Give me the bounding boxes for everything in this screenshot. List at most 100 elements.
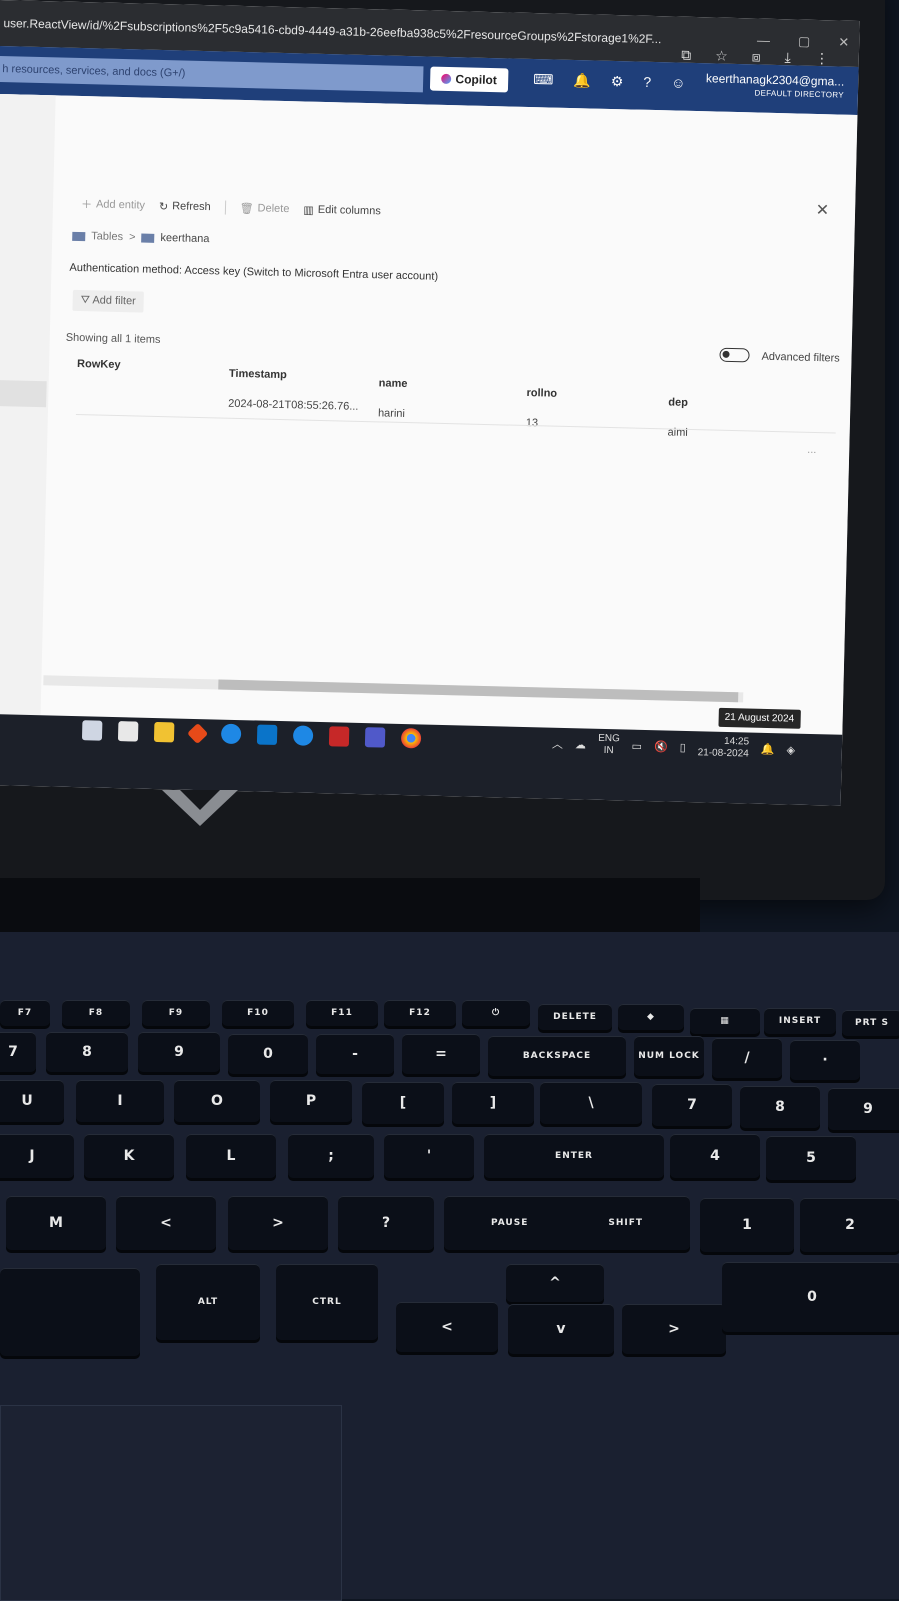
minimize-icon[interactable]: — [757,33,770,49]
key-0[interactable]: 0 [228,1034,308,1074]
battery-icon[interactable]: ▯ [680,740,686,753]
trackpad[interactable] [0,1405,342,1601]
close-window-icon[interactable]: ✕ [838,34,849,50]
key-num5[interactable]: 5 [766,1136,856,1180]
key-minus[interactable]: - [316,1034,394,1074]
extensions-icon[interactable]: ⧈ [752,48,761,65]
bookmark-star-icon[interactable]: ☆ [715,47,728,64]
key-ctrl[interactable]: CTRL [276,1264,378,1340]
menu-dots-icon[interactable]: ⋮ [815,50,829,67]
key-slash[interactable]: ? [338,1196,434,1250]
key-space-part[interactable] [0,1268,140,1356]
key-right-bracket[interactable]: ] [452,1082,534,1124]
key-7[interactable]: 7 [0,1032,36,1072]
key-multiply[interactable]: · [790,1040,860,1080]
key-left-bracket[interactable]: [ [362,1082,444,1124]
weather-icon[interactable]: ☁ [575,738,586,751]
notifications-bell-icon[interactable]: 🔔 [573,72,591,89]
help-app-icon[interactable] [292,725,314,746]
key-alt[interactable]: ALT [156,1264,260,1340]
column-header-rowkey[interactable]: RowKey [77,358,121,371]
key-arrow-right[interactable]: > [622,1304,726,1354]
add-filter-button[interactable]: ⛛ Add filter [72,289,145,313]
left-nav-selected-item[interactable] [0,379,47,408]
git-icon[interactable] [187,722,209,744]
scrollbar-thumb[interactable] [218,679,739,703]
tray-chevron-icon[interactable]: ︿ [552,736,563,752]
key-num4[interactable]: 4 [670,1134,760,1178]
add-entity-button[interactable]: ＋ Add entity [81,196,145,214]
key-j[interactable]: J [0,1134,74,1178]
copilot-tray-icon[interactable]: ◈ [786,743,795,756]
clock[interactable]: 14:25 21-08-2024 [698,735,750,760]
key-num2[interactable]: 2 [800,1198,899,1252]
install-app-icon[interactable]: ⧉ [681,47,691,64]
azure-search-input[interactable]: h resources, services, and docs (G+/) [0,55,424,93]
key-8[interactable]: 8 [46,1032,128,1072]
key-f11[interactable]: F11 [306,1000,378,1026]
key-arrow-down[interactable]: v [508,1304,614,1354]
key-insert[interactable]: INSERT [764,1008,836,1034]
help-icon[interactable]: ? [643,74,651,91]
account-menu[interactable]: keerthanagk2304@gma... DEFAULT DIRECTORY [706,71,845,102]
key-num1[interactable]: 1 [700,1198,794,1252]
language-indicator[interactable]: ENG IN [598,733,620,758]
key-equals[interactable]: = [402,1034,480,1074]
cloud-shell-icon[interactable]: ⌨ [533,71,554,88]
key-arrow-up[interactable]: ^ [506,1264,604,1302]
key-num8[interactable]: 8 [740,1086,820,1128]
key-num7[interactable]: 7 [652,1084,732,1126]
horizontal-scrollbar[interactable] [43,675,744,703]
settings-gear-icon[interactable]: ⚙ [611,73,624,90]
file-explorer-icon[interactable] [153,721,175,743]
key-semicolon[interactable]: ; [288,1134,374,1178]
download-icon[interactable]: ⤓ [784,49,791,66]
edit-columns-button[interactable]: ▥ Edit columns [303,203,381,218]
key-omen[interactable]: ◆ [618,1004,684,1030]
key-delete[interactable]: DELETE [538,1004,612,1030]
auth-value-link[interactable]: Access key (Switch to Microsoft Entra us… [184,265,438,283]
row-more-button[interactable]: ... [807,444,816,456]
key-period[interactable]: > [228,1196,328,1250]
delete-button[interactable]: 🗑 Delete [240,201,290,215]
teams-icon[interactable] [364,727,386,748]
column-header-timestamp[interactable]: Timestamp [229,368,287,381]
key-numlock[interactable]: NUM LOCK [634,1036,704,1076]
key-comma[interactable]: < [116,1196,216,1250]
column-header-name[interactable]: name [379,377,408,390]
key-f9[interactable]: F9 [142,1000,210,1026]
key-i[interactable]: I [76,1080,164,1122]
key-backspace[interactable]: BACKSPACE [488,1036,626,1076]
key-backslash[interactable]: \ [540,1082,642,1124]
task-view-icon[interactable] [117,721,139,742]
key-power[interactable]: ⏻ [462,1000,530,1026]
key-f8[interactable]: F8 [62,1000,130,1026]
key-num9[interactable]: 9 [828,1088,899,1130]
key-f12[interactable]: F12 [384,1000,456,1026]
key-enter[interactable]: ENTER [484,1134,664,1178]
refresh-button[interactable]: ↻ Refresh [159,199,211,213]
notification-icon[interactable]: 🔔 [761,742,775,755]
key-f7[interactable]: F7 [0,1000,50,1026]
edge-icon[interactable] [220,723,242,745]
breadcrumb-tables[interactable]: Tables [91,230,123,243]
column-header-dep[interactable]: dep [668,396,688,408]
key-f10[interactable]: F10 [222,1000,294,1026]
key-m[interactable]: M [6,1196,106,1250]
key-u[interactable]: U [0,1080,64,1122]
widgets-icon[interactable] [81,720,103,741]
key-quote[interactable]: ' [384,1134,474,1178]
mcafee-icon[interactable] [328,726,350,747]
network-icon[interactable]: ▭ [631,739,642,752]
key-num0[interactable]: 0 [722,1262,899,1332]
key-p[interactable]: P [270,1080,352,1122]
close-pane-icon[interactable]: ✕ [815,200,829,220]
key-calculator[interactable]: ▦ [690,1008,760,1034]
maximize-icon[interactable]: ▢ [798,34,811,50]
address-bar[interactable]: user.ReactView/id/%2Fsubscriptions%2F5c9… [3,16,683,47]
key-shift[interactable]: PAUSE SHIFT [444,1196,690,1250]
key-l[interactable]: L [186,1134,276,1178]
column-header-rollno[interactable]: rollno [526,387,557,400]
chrome-icon[interactable] [400,728,422,749]
key-o[interactable]: O [174,1080,260,1122]
